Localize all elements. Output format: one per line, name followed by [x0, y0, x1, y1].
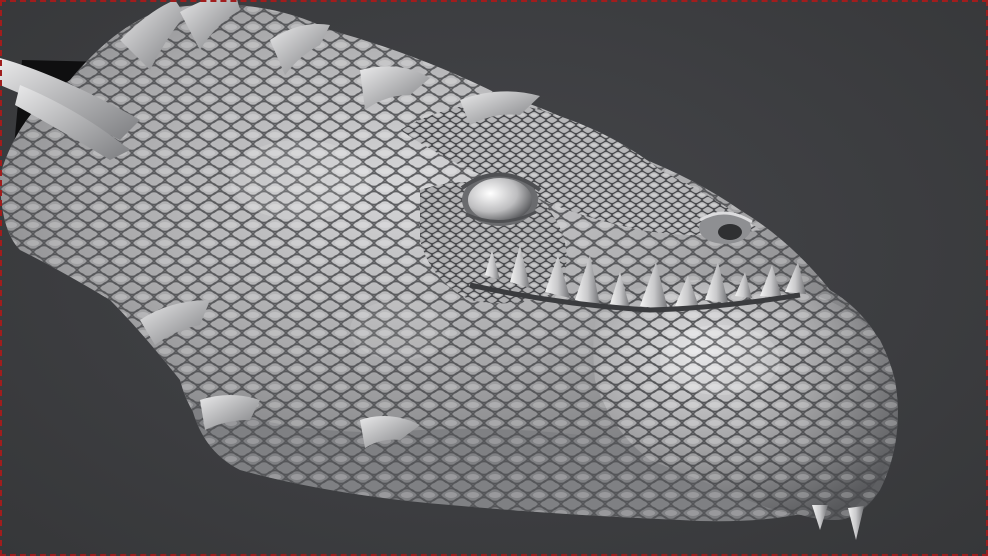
- dragon-head-model[interactable]: [0, 0, 988, 556]
- 3d-viewport[interactable]: [0, 0, 988, 556]
